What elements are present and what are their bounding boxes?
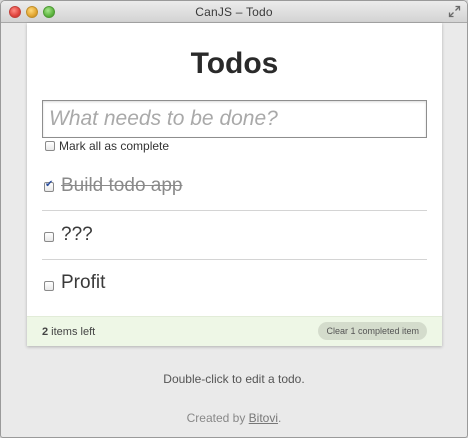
mark-all-checkbox[interactable] [45,141,55,151]
window-title: CanJS – Todo [195,5,273,19]
todo-checkbox[interactable] [44,232,54,242]
new-todo-input[interactable] [42,100,427,138]
items-left-counter: 2 items left [42,326,95,338]
fullscreen-icon[interactable] [448,5,461,18]
todo-checkbox[interactable] [44,179,54,192]
app-window: CanJS – Todo Todos Mark all as complete … [0,0,468,438]
bitovi-link[interactable]: Bitovi [249,411,278,425]
todo-item[interactable]: Build todo app [42,161,427,209]
page-title: Todos [190,47,279,80]
credit-suffix: . [278,411,282,425]
mark-all-label[interactable]: Mark all as complete [59,139,169,153]
todo-text[interactable]: Build todo app [61,175,183,197]
todo-text[interactable]: ??? [61,224,93,246]
todo-checkbox[interactable] [44,281,54,291]
todo-item[interactable]: Profit [42,259,427,307]
todo-text[interactable]: Profit [61,272,105,294]
items-left-label: items left [48,326,96,338]
todo-app-panel: Todos Mark all as complete Build todo ap… [27,23,442,346]
credit-prefix: Created by [186,411,249,425]
edit-hint: Double-click to edit a todo. [163,372,305,386]
credit-line: Created by Bitovi. [1,411,467,425]
clear-completed-button[interactable]: Clear 1 completed item [318,322,427,340]
title-bar[interactable]: CanJS – Todo [1,1,467,23]
todo-item[interactable]: ??? [42,210,427,258]
todo-footer: 2 items left Clear 1 completed item [27,316,442,346]
